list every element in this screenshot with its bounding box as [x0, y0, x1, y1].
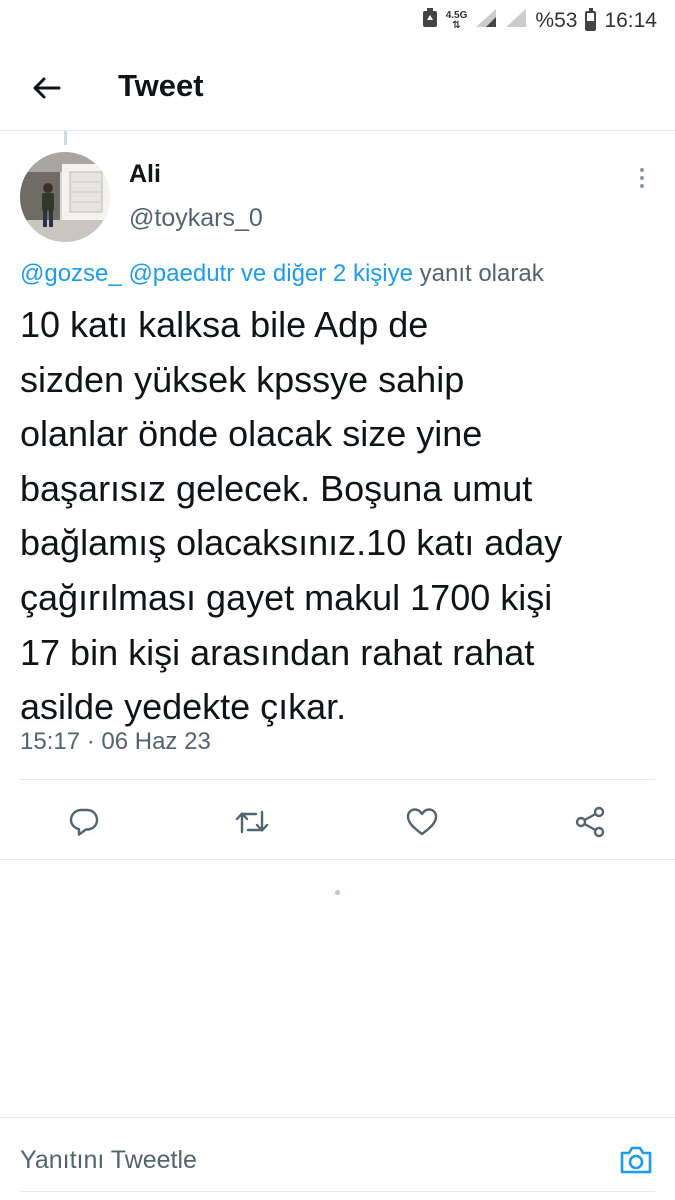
thread-connector: [64, 131, 67, 145]
signal-2-icon: [505, 8, 527, 34]
clock: 16:14: [604, 9, 657, 32]
author-handle[interactable]: @toykars_0: [129, 204, 263, 233]
network-type-label: 4.5G: [445, 10, 468, 21]
more-vertical-icon: [640, 168, 644, 188]
mention-link[interactable]: @gozse_: [20, 260, 122, 287]
replying-to-suffix: yanıt olarak: [419, 260, 544, 287]
battery-icon: [585, 8, 597, 31]
nfc-icon: [422, 8, 438, 34]
author-name[interactable]: Ali: [129, 160, 161, 189]
share-icon: [575, 806, 605, 838]
loading-indicator: [335, 890, 340, 895]
like-button[interactable]: [400, 800, 444, 844]
tweet-text-line: bağlamış olacaksınız.10 katı aday: [20, 522, 563, 564]
tweet-text-line: çağırılması gayet makul 1700 kişi: [20, 576, 553, 618]
signal-icon: [475, 8, 497, 34]
tweet-text-line: 10 katı kalksa bile Adp de: [20, 304, 429, 345]
reply-composer: [0, 1117, 675, 1200]
retweet-button[interactable]: [230, 800, 274, 844]
tweet-text-line: sizden yüksek kpssye sahip: [20, 358, 465, 400]
tweet-text-line: başarısız gelecek. Boşuna umut: [20, 467, 533, 509]
camera-button[interactable]: [614, 1140, 658, 1180]
avatar[interactable]: [20, 152, 110, 242]
retweet-icon: [235, 810, 269, 834]
tweet-text-line: asilde yedekte çıkar.: [20, 686, 347, 728]
share-button[interactable]: [568, 800, 612, 844]
app-header: Tweet: [0, 44, 675, 131]
divider: [20, 1191, 655, 1192]
others-link[interactable]: ve diğer 2 kişiye: [241, 260, 413, 287]
back-button[interactable]: [24, 66, 68, 110]
tweet-timestamp[interactable]: 15:17 · 06 Haz 23: [20, 728, 211, 756]
tweet-text-line: olanlar önde olacak size yine: [20, 413, 483, 455]
arrow-left-icon: [33, 77, 61, 99]
heart-icon: [406, 808, 438, 836]
status-icons: 4.5G ⇅ %53 16:14: [422, 8, 657, 34]
battery-percentage: %53: [535, 9, 578, 32]
camera-icon: [620, 1146, 652, 1174]
mention-link[interactable]: @paedutr: [128, 260, 234, 287]
reply-input[interactable]: [20, 1142, 580, 1178]
profile-photo: [20, 152, 110, 242]
reply-button[interactable]: [62, 800, 106, 844]
replying-to: @gozse_ @paedutr ve diğer 2 kişiye yanıt…: [20, 260, 544, 288]
tweet-text-line: 17 bin kişi arasından rahat rahat: [20, 631, 535, 673]
status-bar: 4.5G ⇅ %53 16:14: [0, 0, 675, 44]
tweet-text: 10 katı kalksa bile Adp de sizden yüksek…: [20, 298, 650, 735]
action-bar: [0, 780, 675, 860]
reply-icon: [69, 808, 99, 836]
more-options-button[interactable]: [620, 160, 664, 196]
network-type-icon: 4.5G ⇅: [445, 10, 468, 31]
divider: [0, 859, 675, 860]
page-title: Tweet: [118, 68, 204, 103]
